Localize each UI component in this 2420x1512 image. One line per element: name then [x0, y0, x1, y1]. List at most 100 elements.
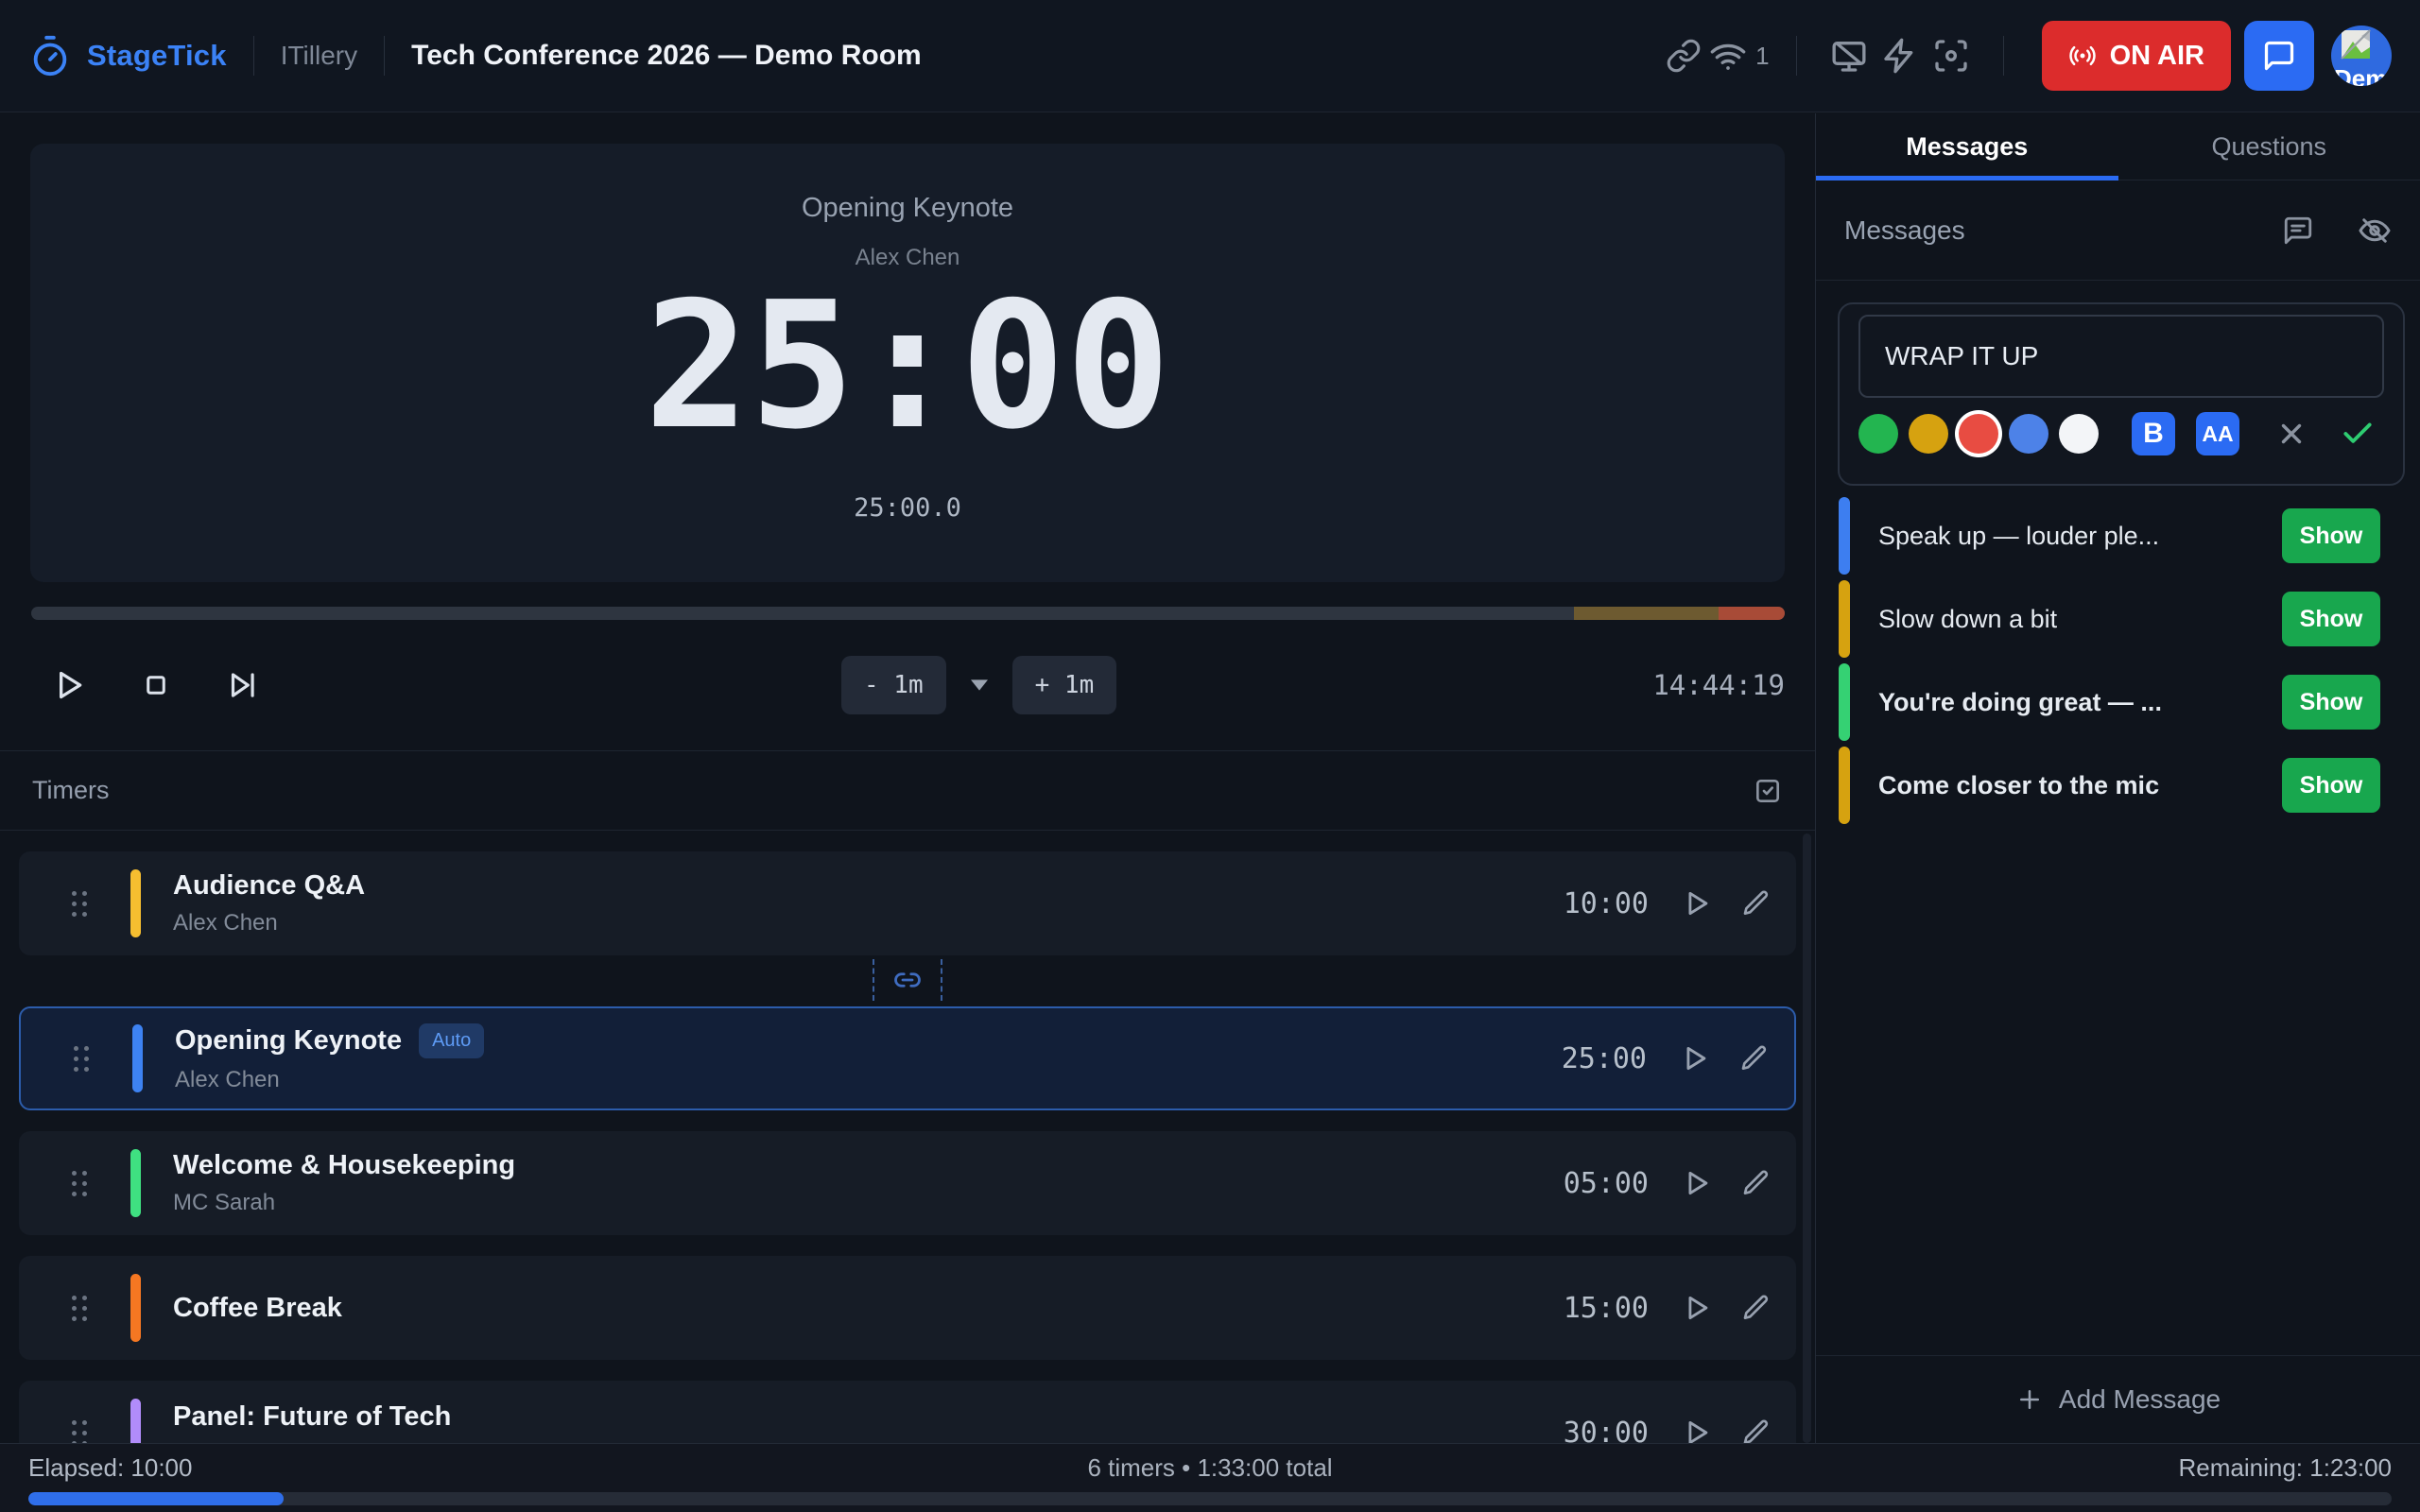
show-message-button[interactable]: Show — [2282, 675, 2380, 730]
avatar-alt-text: Demo — [2334, 64, 2392, 86]
confirm-check-icon[interactable] — [2340, 416, 2376, 452]
divider — [253, 36, 254, 76]
drag-handle[interactable] — [74, 1046, 89, 1072]
color-swatch-white[interactable] — [2059, 414, 2099, 454]
show-message-button[interactable]: Show — [2282, 758, 2380, 813]
color-swatch-green[interactable] — [1858, 414, 1898, 454]
composer-toolbar: B AA — [1858, 412, 2384, 455]
link-icon — [1666, 38, 1702, 74]
play-timer-button[interactable] — [1681, 887, 1713, 919]
color-swatch-yellow[interactable] — [1909, 414, 1948, 454]
active-timer-name: Opening Keynote — [802, 193, 1013, 224]
message-text: Come closer to the mic — [1878, 771, 2159, 800]
share-link-button[interactable] — [1658, 30, 1709, 81]
timer-info: Panel: Future of Tech — [173, 1381, 451, 1433]
timer-speaker: MC Sarah — [173, 1190, 515, 1216]
message-item[interactable]: You're doing great — ... Show — [1839, 663, 2403, 741]
edit-pencil-icon[interactable] — [1741, 1418, 1772, 1443]
uppercase-toggle-button[interactable]: AA — [2196, 412, 2239, 455]
play-button[interactable] — [50, 666, 88, 704]
edit-pencil-icon[interactable] — [1741, 1293, 1772, 1323]
on-air-label: ON AIR — [2110, 41, 2204, 72]
message-text: Speak up — louder ple... — [1878, 522, 2159, 551]
message-item[interactable]: Come closer to the mic Show — [1839, 747, 2403, 824]
edit-pencil-icon[interactable] — [1741, 888, 1772, 919]
remaining-time: Remaining: 1:23:00 — [2179, 1453, 2392, 1483]
plus-1m-button[interactable]: + 1m — [1012, 656, 1117, 714]
timer-color-bar — [132, 1024, 143, 1092]
on-air-button[interactable]: ON AIR — [2042, 21, 2231, 91]
minus-1m-button[interactable]: - 1m — [841, 656, 946, 714]
play-timer-button[interactable] — [1681, 1167, 1713, 1199]
timer-row[interactable]: Panel: Future of Tech 30:00 — [19, 1381, 1796, 1443]
close-icon[interactable] — [2275, 418, 2308, 450]
skip-forward-button[interactable] — [224, 667, 260, 703]
tab-questions[interactable]: Questions — [2118, 113, 2420, 180]
broken-image-icon — [2339, 27, 2373, 61]
play-timer-button[interactable] — [1681, 1292, 1713, 1324]
timer-row[interactable]: Audience Q&A Alex Chen 10:00 — [19, 851, 1796, 955]
chat-bubble-icon — [2262, 39, 2296, 73]
stagetick-app: StageTick ITillery Tech Conference 2026 … — [0, 0, 2420, 1512]
bold-toggle-button[interactable]: B — [2132, 412, 2175, 455]
sidebar: Messages Questions Messages — [1815, 113, 2420, 1443]
countdown-precise: 25:00.0 — [854, 493, 961, 523]
message-item[interactable]: Slow down a bit Show — [1839, 580, 2403, 658]
drag-handle[interactable] — [72, 1171, 87, 1196]
message-input[interactable] — [1858, 315, 2384, 398]
header: StageTick ITillery Tech Conference 2026 … — [0, 0, 2420, 112]
add-message-label: Add Message — [2059, 1384, 2221, 1415]
timer-row[interactable]: Welcome & Housekeeping MC Sarah 05:00 — [19, 1131, 1796, 1235]
check-square-icon[interactable] — [1753, 776, 1783, 806]
plus-icon — [2015, 1385, 2044, 1414]
timer-speaker: Alex Chen — [175, 1067, 484, 1093]
tab-messages[interactable]: Messages — [1816, 113, 2118, 180]
timer-name: Welcome & Housekeeping — [173, 1150, 515, 1181]
drag-handle[interactable] — [72, 1296, 87, 1321]
timer-link-connector[interactable] — [0, 957, 1815, 1003]
stop-button[interactable] — [139, 668, 173, 702]
display-off-button[interactable] — [1824, 30, 1875, 81]
caret-down-icon[interactable] — [971, 679, 988, 691]
message-item[interactable]: Speak up — louder ple... Show — [1839, 497, 2403, 575]
chat-toggle-button[interactable] — [2244, 21, 2314, 91]
drag-handle[interactable] — [72, 891, 87, 917]
message-color-bar — [1839, 747, 1850, 824]
timer-info: Opening Keynote Auto Alex Chen — [175, 1023, 484, 1093]
timer-name: Audience Q&A — [173, 870, 365, 902]
show-message-button[interactable]: Show — [2282, 508, 2380, 563]
flash-button[interactable] — [1875, 30, 1926, 81]
panel-title: Messages — [1844, 215, 1965, 246]
timer-color-bar — [130, 1274, 141, 1342]
timer-row[interactable]: Coffee Break 15:00 — [19, 1256, 1796, 1360]
color-swatch-blue[interactable] — [2009, 414, 2048, 454]
status-texts: 6 timers • 1:33:00 total Elapsed: 10:00 … — [28, 1453, 2392, 1483]
app-logo[interactable]: StageTick — [28, 34, 227, 77]
active-timer-card: Opening Keynote Alex Chen 25:00 25:00.0 — [30, 144, 1785, 582]
main-panel: Opening Keynote Alex Chen 25:00 25:00.0 — [0, 113, 1815, 1443]
timer-actions: 05:00 — [1564, 1167, 1772, 1200]
play-timer-button[interactable] — [1681, 1417, 1713, 1443]
play-timer-button[interactable] — [1679, 1042, 1711, 1074]
user-avatar[interactable]: Demo — [2331, 26, 2392, 86]
show-message-button[interactable]: Show — [2282, 592, 2380, 646]
timer-duration: 10:00 — [1564, 887, 1649, 920]
color-swatch-red-selected[interactable] — [1959, 414, 1998, 454]
eye-off-icon[interactable] — [2358, 214, 2392, 248]
connection-status[interactable]: 1 — [1709, 37, 1769, 75]
edit-pencil-icon[interactable] — [1741, 1168, 1772, 1198]
add-message-button[interactable]: Add Message — [1816, 1355, 2420, 1443]
edit-pencil-icon[interactable] — [1739, 1043, 1770, 1074]
timers-scrollbar[interactable] — [1803, 833, 1811, 1443]
zap-icon — [1881, 37, 1919, 75]
timer-color-bar — [130, 1399, 141, 1443]
message-color-bar — [1839, 497, 1850, 575]
message-text: You're doing great — ... — [1878, 688, 2162, 717]
timer-row-selected[interactable]: Opening Keynote Auto Alex Chen 25:00 — [19, 1006, 1796, 1110]
countdown-display: 25:00 — [645, 279, 1171, 454]
wifi-icon — [1709, 37, 1747, 75]
status-bar: 6 timers • 1:33:00 total Elapsed: 10:00 … — [0, 1443, 2420, 1512]
message-square-text-icon[interactable] — [2282, 215, 2314, 247]
drag-handle[interactable] — [72, 1420, 87, 1444]
focus-mode-button[interactable] — [1926, 30, 1977, 81]
